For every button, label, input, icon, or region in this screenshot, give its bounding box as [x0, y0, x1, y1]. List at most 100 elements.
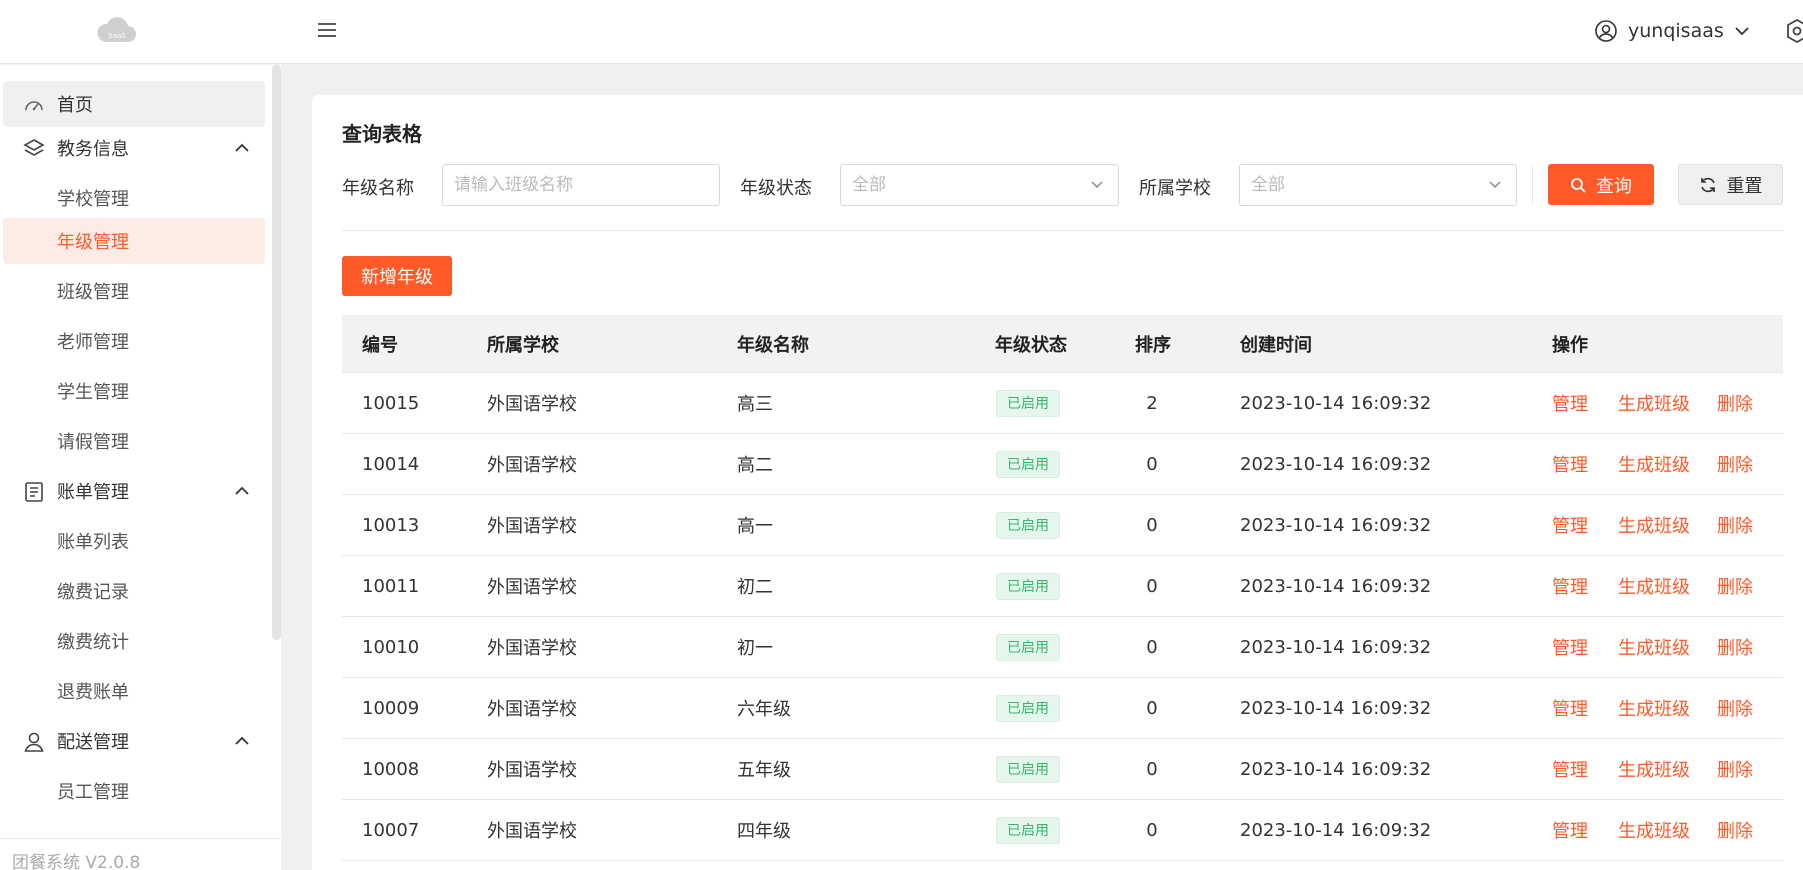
sidebar-group-billing[interactable]: 账单管理: [0, 468, 265, 514]
generate-class-link[interactable]: 生成班级: [1618, 695, 1690, 721]
sidebar-item-label: 年级管理: [57, 232, 129, 253]
table-row: 10007 外国语学校 四年级 已启用 0 2023-10-14 16:09:3…: [342, 800, 1783, 861]
sidebar-group-academic[interactable]: 教务信息: [0, 125, 265, 171]
sidebar-item-refund[interactable]: 退费账单: [0, 668, 265, 714]
sidebar-item-class[interactable]: 班级管理: [0, 268, 265, 314]
sidebar-item-label: 账单列表: [57, 532, 129, 553]
layers-icon: [23, 139, 45, 156]
status-badge: 已启用: [996, 633, 1060, 661]
sidebar-item-label: 班级管理: [57, 282, 129, 303]
delete-link[interactable]: 删除: [1717, 390, 1753, 416]
generate-class-link[interactable]: 生成班级: [1618, 756, 1690, 782]
cell-school: 外国语学校: [487, 699, 577, 720]
manage-link[interactable]: 管理: [1552, 634, 1588, 660]
add-grade-button[interactable]: 新增年级: [342, 256, 452, 296]
search-button[interactable]: 查询: [1548, 164, 1654, 205]
sidebar-scrollbar[interactable]: [272, 65, 281, 640]
grade-status-label: 年级状态: [740, 178, 812, 199]
table-body: 10015 外国语学校 高三 已启用 2 2023-10-14 16:09:32…: [342, 373, 1783, 861]
cell-id: 10007: [362, 819, 420, 841]
delete-link[interactable]: 删除: [1717, 512, 1753, 538]
sidebar-item-label: 请假管理: [57, 432, 129, 453]
sidebar-item-school[interactable]: 学校管理: [0, 175, 265, 221]
school-select[interactable]: 全部: [1239, 164, 1517, 206]
cell-id: 10015: [362, 392, 420, 414]
cell-created: 2023-10-14 16:09:32: [1240, 514, 1432, 536]
manage-link[interactable]: 管理: [1552, 695, 1588, 721]
sidebar-item-label: 账单管理: [57, 482, 129, 503]
grade-status-select[interactable]: 全部: [840, 164, 1119, 206]
sidebar-item-label: 缴费统计: [57, 632, 129, 653]
manage-link[interactable]: 管理: [1552, 817, 1588, 843]
cell-sort: 0: [1146, 514, 1158, 536]
cell-sort: 0: [1146, 636, 1158, 658]
generate-class-link[interactable]: 生成班级: [1618, 817, 1690, 843]
delete-link[interactable]: 删除: [1717, 756, 1753, 782]
menu-toggle-icon[interactable]: [316, 19, 338, 41]
page-title: 查询表格: [342, 122, 422, 146]
grade-status-value: 全部: [852, 175, 886, 195]
sidebar-item-staff[interactable]: 员工管理: [0, 768, 265, 814]
user-menu[interactable]: yunqisaas: [1594, 15, 1750, 47]
status-badge: 已启用: [996, 511, 1060, 539]
cell-grade: 高三: [737, 394, 773, 415]
column-header-grade: 年级名称: [737, 334, 809, 356]
sidebar-item-grade[interactable]: 年级管理: [3, 218, 265, 264]
sidebar-item-bill-list[interactable]: 账单列表: [0, 518, 265, 564]
sidebar-item-home[interactable]: 首页: [3, 81, 265, 127]
grade-table: 编号 所属学校 年级名称 年级状态 排序 创建时间 操作 10015 外国语学校…: [342, 315, 1783, 861]
delete-link[interactable]: 删除: [1717, 573, 1753, 599]
chevron-up-icon: [235, 736, 249, 745]
table-row: 10009 外国语学校 六年级 已启用 0 2023-10-14 16:09:3…: [342, 678, 1783, 739]
cell-grade: 初二: [737, 577, 773, 598]
manage-link[interactable]: 管理: [1552, 451, 1588, 477]
chevron-down-icon: [1091, 181, 1103, 189]
sidebar-item-student[interactable]: 学生管理: [0, 368, 265, 414]
status-badge: 已启用: [996, 389, 1060, 417]
reset-button[interactable]: 重置: [1678, 164, 1783, 205]
logo: SaaS: [96, 12, 138, 46]
column-header-created: 创建时间: [1240, 334, 1312, 356]
cell-sort: 0: [1146, 453, 1158, 475]
generate-class-link[interactable]: 生成班级: [1618, 451, 1690, 477]
manage-link[interactable]: 管理: [1552, 512, 1588, 538]
sidebar-group-delivery[interactable]: 配送管理: [0, 718, 265, 764]
delete-link[interactable]: 删除: [1717, 634, 1753, 660]
sidebar-item-label: 员工管理: [57, 782, 129, 803]
status-badge: 已启用: [996, 450, 1060, 478]
sidebar-item-label: 学生管理: [57, 382, 129, 403]
delete-link[interactable]: 删除: [1717, 817, 1753, 843]
manage-link[interactable]: 管理: [1552, 756, 1588, 782]
generate-class-link[interactable]: 生成班级: [1618, 512, 1690, 538]
table-row: 10015 外国语学校 高三 已启用 2 2023-10-14 16:09:32…: [342, 373, 1783, 434]
grade-name-input[interactable]: 请输入班级名称: [442, 164, 720, 206]
cell-school: 外国语学校: [487, 821, 577, 842]
sidebar-item-label: 教务信息: [57, 139, 129, 160]
cell-created: 2023-10-14 16:09:32: [1240, 758, 1432, 780]
settings-gear-icon[interactable]: [1784, 18, 1803, 44]
cell-created: 2023-10-14 16:09:32: [1240, 819, 1432, 841]
cell-created: 2023-10-14 16:09:32: [1240, 453, 1432, 475]
column-header-status: 年级状态: [995, 334, 1067, 356]
manage-link[interactable]: 管理: [1552, 390, 1588, 416]
status-badge: 已启用: [996, 755, 1060, 783]
table-header: 编号 所属学校 年级名称 年级状态 排序 创建时间 操作: [342, 315, 1783, 373]
manage-link[interactable]: 管理: [1552, 573, 1588, 599]
sidebar-item-payment-records[interactable]: 缴费记录: [0, 568, 265, 614]
generate-class-link[interactable]: 生成班级: [1618, 634, 1690, 660]
column-header-id: 编号: [362, 334, 398, 356]
status-badge: 已启用: [996, 694, 1060, 722]
sidebar-item-teacher[interactable]: 老师管理: [0, 318, 265, 364]
sidebar-item-leave[interactable]: 请假管理: [0, 418, 265, 464]
generate-class-link[interactable]: 生成班级: [1618, 573, 1690, 599]
cell-created: 2023-10-14 16:09:32: [1240, 636, 1432, 658]
cell-grade: 五年级: [737, 760, 791, 781]
delete-link[interactable]: 删除: [1717, 451, 1753, 477]
user-icon: [24, 732, 44, 752]
sidebar-item-payment-stats[interactable]: 缴费统计: [0, 618, 265, 664]
delete-link[interactable]: 删除: [1717, 695, 1753, 721]
cell-status: 已启用: [996, 678, 1060, 738]
cell-school: 外国语学校: [487, 394, 577, 415]
column-header-actions: 操作: [1552, 334, 1588, 356]
generate-class-link[interactable]: 生成班级: [1618, 390, 1690, 416]
